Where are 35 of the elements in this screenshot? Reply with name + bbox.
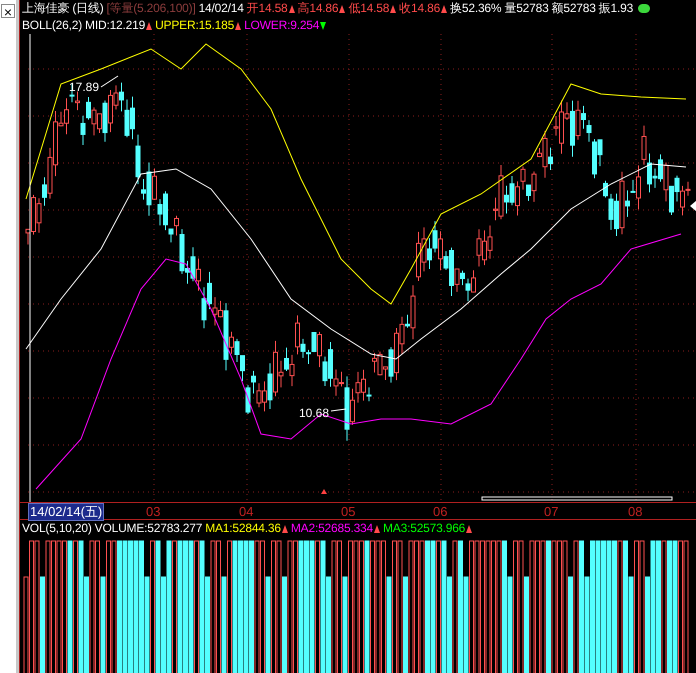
quote-field: 低14.58 xyxy=(348,0,390,17)
quote-field: 换52.36% xyxy=(450,0,502,17)
leader-line xyxy=(100,76,118,88)
month-label: 05 xyxy=(341,504,356,520)
volume-value: VOLUME:52783.277 xyxy=(94,520,202,537)
quote-field: 额52783 xyxy=(552,0,596,17)
volume-value: MA1:52844.36 xyxy=(205,520,281,537)
triangle-marker-icon xyxy=(321,489,327,494)
volume-value: VOL(5,10,20) xyxy=(22,520,92,537)
quote-field: 收14.86 xyxy=(399,0,440,17)
price-marker-icon xyxy=(690,200,696,212)
indicator-value: BOLL(26,2) xyxy=(22,17,82,34)
quote-field: 振1.93 xyxy=(598,0,634,17)
leader-line xyxy=(330,408,346,412)
quote-field: 14/02/14 xyxy=(198,0,244,17)
indicator-value: LOWER:9.254 xyxy=(244,17,320,34)
month-label: 07 xyxy=(544,504,558,520)
cursor-date-label: 14/02/14(五) xyxy=(28,503,104,521)
indicator-value: UPPER:15.185 xyxy=(155,17,234,34)
month-label: 08 xyxy=(628,504,642,520)
volume-value: MA3:52573.966 xyxy=(383,520,466,537)
month-label: 03 xyxy=(146,504,160,520)
low-price-label: 10.68 xyxy=(299,406,330,420)
month-label: 04 xyxy=(239,504,254,520)
indicator-value: MID:12.219 xyxy=(85,17,146,34)
quote-field: 开14.58 xyxy=(246,0,288,17)
month-label: 06 xyxy=(433,504,448,520)
quote-field: [等量(5.206,100)] xyxy=(106,0,196,17)
close-button[interactable]: × xyxy=(1,4,15,18)
quote-field: 高14.86 xyxy=(298,0,338,17)
scroll-bar[interactable] xyxy=(482,496,672,500)
status-icon xyxy=(638,4,650,13)
quote-field: 量52783 xyxy=(504,0,549,17)
volume-value: MA2:52685.334 xyxy=(290,520,374,537)
quote-field: 上海佳豪 (日线) xyxy=(22,0,104,17)
